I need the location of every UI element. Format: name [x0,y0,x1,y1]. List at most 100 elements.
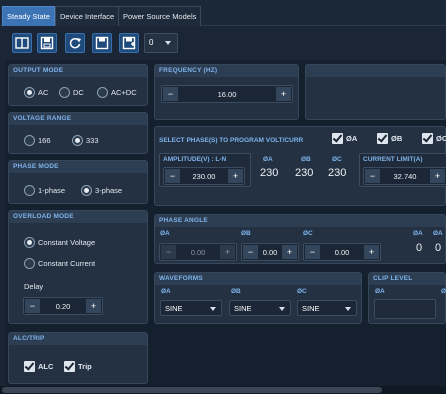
phase-angle-c-decrement-button[interactable]: − [305,245,320,259]
phase-angle-c-increment-button[interactable]: + [364,245,379,259]
frequency-increment-button[interactable]: + [276,87,291,101]
current-limit-value: 32.740 [393,172,417,181]
radio-selected-icon [24,87,35,98]
frequency-stepper[interactable]: − 16.00 + [161,85,293,103]
voltage-range-title: VOLTAGE RANGE [9,113,147,125]
delay-decrement-button[interactable]: − [25,299,40,313]
phase-angle-readout-a2-label: ØA [433,230,443,237]
disk-plus-button[interactable] [119,33,139,53]
trip-checkbox[interactable]: Trip [64,361,92,372]
phase-angle-c-value: 0.00 [334,248,350,257]
overload-constant-voltage-radio[interactable]: Constant Voltage [24,237,95,248]
waveform-c-value: SINE [302,304,320,313]
waveform-a-select[interactable]: SINE [160,300,222,316]
phase-angle-a-stepper[interactable]: − 0.00 + [159,243,237,261]
checkbox-checked-icon [377,133,388,144]
phase-angle-b-decrement-button[interactable]: − [243,245,258,259]
amplitude-phase-b-label: ØB [301,156,311,163]
output-mode-ac-radio[interactable]: AC [24,87,48,98]
horizontal-scrollbar[interactable] [0,386,446,394]
left-edge [0,60,6,386]
checkbox-checked-icon [64,361,75,372]
frequency-title: FREQUENCY (HZ) [155,65,298,77]
tab-bar: Steady State Device Interface Power Sour… [0,0,446,26]
frequency-decrement-button[interactable]: − [163,87,178,101]
select-phase-b-checkbox[interactable]: ØB [377,133,402,144]
disk-plus-icon [122,36,136,50]
disk-button[interactable] [92,33,112,53]
alc-checkbox[interactable]: ALC [24,361,53,372]
waveform-a-value: SINE [165,304,183,313]
output-mode-ac-label: AC [38,88,49,97]
right-spacer-panel [305,64,446,120]
select-phase-a-label: ØA [346,134,358,143]
preset-select-value: 0 [149,38,154,47]
voltage-range-333-radio[interactable]: 333 [72,135,99,146]
phase-mode-3phase-radio[interactable]: 3-phase [81,185,122,196]
panels-button[interactable] [12,33,32,53]
select-phase-c-checkbox[interactable]: ØC [422,133,446,144]
current-limit-label: CURRENT LIMIT(A) [363,156,423,163]
radio-selected-icon [81,185,92,196]
phase-angle-a-decrement-button[interactable]: − [161,245,176,259]
overload-mode-title: OVERLOAD MODE [9,211,147,223]
save-icon [40,36,54,50]
spacer-title [306,65,445,77]
current-limit-stepper[interactable]: − 32.740 + [363,167,446,185]
phase-angle-a-increment-button[interactable]: + [220,245,235,259]
phase-angle-b-stepper[interactable]: − 0.00 + [241,243,299,261]
tab-power-source-models[interactable]: Power Source Models [118,6,202,26]
chevron-down-icon [279,307,285,311]
preset-select[interactable]: 0 [144,33,178,53]
phase-angle-b-increment-button[interactable]: + [282,245,297,259]
chevron-down-icon [165,41,171,45]
phase-mode-1phase-radio[interactable]: 1-phase [24,185,65,196]
waveform-b-select[interactable]: SINE [229,300,291,316]
voltage-range-panel: VOLTAGE RANGE 166 333 [8,112,148,154]
radio-selected-icon [24,237,35,248]
alc-trip-panel: ALC/TRIP ALC Trip [8,332,148,384]
amplitude-increment-button[interactable]: + [228,169,243,183]
radio-unselected-icon [24,258,35,269]
select-phase-title: SELECT PHASE(S) TO PROGRAM VOLT/CURR [159,137,304,144]
phase-angle-c-stepper[interactable]: − 0.00 + [303,243,381,261]
tab-steady-state[interactable]: Steady State [2,6,55,26]
output-mode-acdc-radio[interactable]: AC+DC [97,87,137,98]
voltage-range-166-radio[interactable]: 166 [24,135,51,146]
amplitude-decrement-button[interactable]: − [165,169,180,183]
refresh-icon [69,37,81,49]
save-button[interactable] [37,33,57,53]
overload-constant-current-radio[interactable]: Constant Current [24,258,95,269]
current-limit-increment-button[interactable]: + [430,169,445,183]
chevron-down-icon [210,307,216,311]
voltage-range-166-label: 166 [38,136,51,145]
overload-mode-panel: OVERLOAD MODE Constant Voltage Constant … [8,210,148,324]
overload-constant-voltage-label: Constant Voltage [38,238,96,247]
phase-angle-a-value: 0.00 [190,248,206,257]
chevron-down-icon [345,307,351,311]
refresh-button[interactable] [65,33,85,53]
waveform-c-select[interactable]: SINE [297,300,357,316]
tab-device-interface[interactable]: Device Interface [55,6,120,26]
output-mode-panel: OUTPUT MODE AC DC AC+DC [8,64,148,106]
amplitude-label: AMPLITUDE(V) : L-N [163,156,227,163]
voltage-current-panel: SELECT PHASE(S) TO PROGRAM VOLT/CURR ØA … [154,126,446,206]
delay-stepper[interactable]: − 0.20 + [23,297,103,315]
waveform-b-value: SINE [234,304,252,313]
clip-level-a-field[interactable] [374,299,436,319]
amplitude-stepper[interactable]: − 230.00 + [163,167,245,185]
current-limit-decrement-button[interactable]: − [365,169,380,183]
output-mode-title: OUTPUT MODE [9,65,147,77]
select-phase-a-checkbox[interactable]: ØA [332,133,357,144]
phase-mode-1phase-label: 1-phase [38,186,66,195]
amplitude-phase-b-readout: 230 [295,167,314,179]
phase-angle-c-label: ØC [303,230,313,237]
waveform-c-label: ØC [297,288,307,295]
scrollbar-thumb[interactable] [2,387,382,393]
phase-angle-b-label: ØB [241,230,251,237]
toolbar: 0 [0,26,446,60]
delay-increment-button[interactable]: + [86,299,101,313]
clip-level-a-label: ØA [375,288,385,295]
clip-level-title: CLIP LEVEL [369,273,445,285]
output-mode-dc-radio[interactable]: DC [59,87,84,98]
